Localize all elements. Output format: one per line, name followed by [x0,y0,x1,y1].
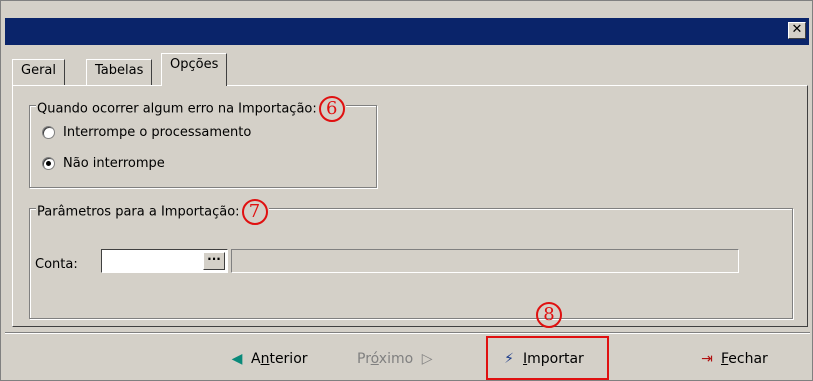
fechar-label-post: echar [728,351,768,367]
annotation-marker-8: 8 [536,302,562,328]
importar-button[interactable]: ⚡ Importar [501,347,584,371]
proximo-label-pre: Pr [357,351,371,367]
arrow-left-icon: ◀ [231,351,243,367]
tab-geral-label: Geral [21,63,56,78]
lightning-icon: ⚡ [504,351,514,367]
footer-divider [5,332,810,334]
exit-door-icon: ⇥ [701,351,713,367]
arrow-right-icon: ▷ [421,351,433,367]
importar-label-post: mportar [527,351,584,367]
annotation-marker-6: 6 [318,96,345,122]
conta-description-field [231,249,739,273]
anterior-label-pre: A [251,351,261,367]
fechar-button[interactable]: ⇥ Fechar [699,347,768,371]
conta-input[interactable]: ··· [101,249,228,273]
anterior-button[interactable]: ◀ Anterior [229,347,308,371]
radio-nao-interrompe-control[interactable] [42,157,55,170]
annotation-marker-7: 7 [241,199,268,225]
title-bar: ✕ [5,18,809,45]
radio-interrompe-label: Interrompe o processamento [63,125,252,140]
radio-interrompe-control[interactable] [42,126,55,139]
close-window-button[interactable]: ✕ [788,22,806,39]
dialog-window: ✕ Geral Tabelas Opções Quando ocorrer al… [0,0,813,381]
anterior-label-post: terior [269,351,308,367]
import-params-legend-text: Parâmetros para a Importação: [37,204,240,220]
radio-nao-interrompe-label: Não interrompe [63,156,165,171]
tab-tabelas-label: Tabelas [95,63,144,78]
error-handling-legend: Quando ocorrer algum erro na Importação:… [36,96,346,122]
proximo-label-post: ximo [378,351,414,367]
conta-lookup-button[interactable]: ··· [203,252,225,270]
proximo-button[interactable]: Próximo ▷ [357,347,441,371]
tab-tabelas[interactable]: Tabelas [86,59,153,85]
error-handling-group: Quando ocorrer algum erro na Importação:… [29,96,377,188]
conta-label: Conta: [35,257,78,272]
proximo-label-accel: ó [370,351,379,367]
error-handling-legend-text: Quando ocorrer algum erro na Importação: [37,101,317,117]
tab-opcoes-label: Opções [170,57,219,72]
import-params-legend: Parâmetros para a Importação: 7 [36,199,269,225]
tab-opcoes[interactable]: Opções [161,53,228,86]
tab-geral[interactable]: Geral [12,59,65,85]
